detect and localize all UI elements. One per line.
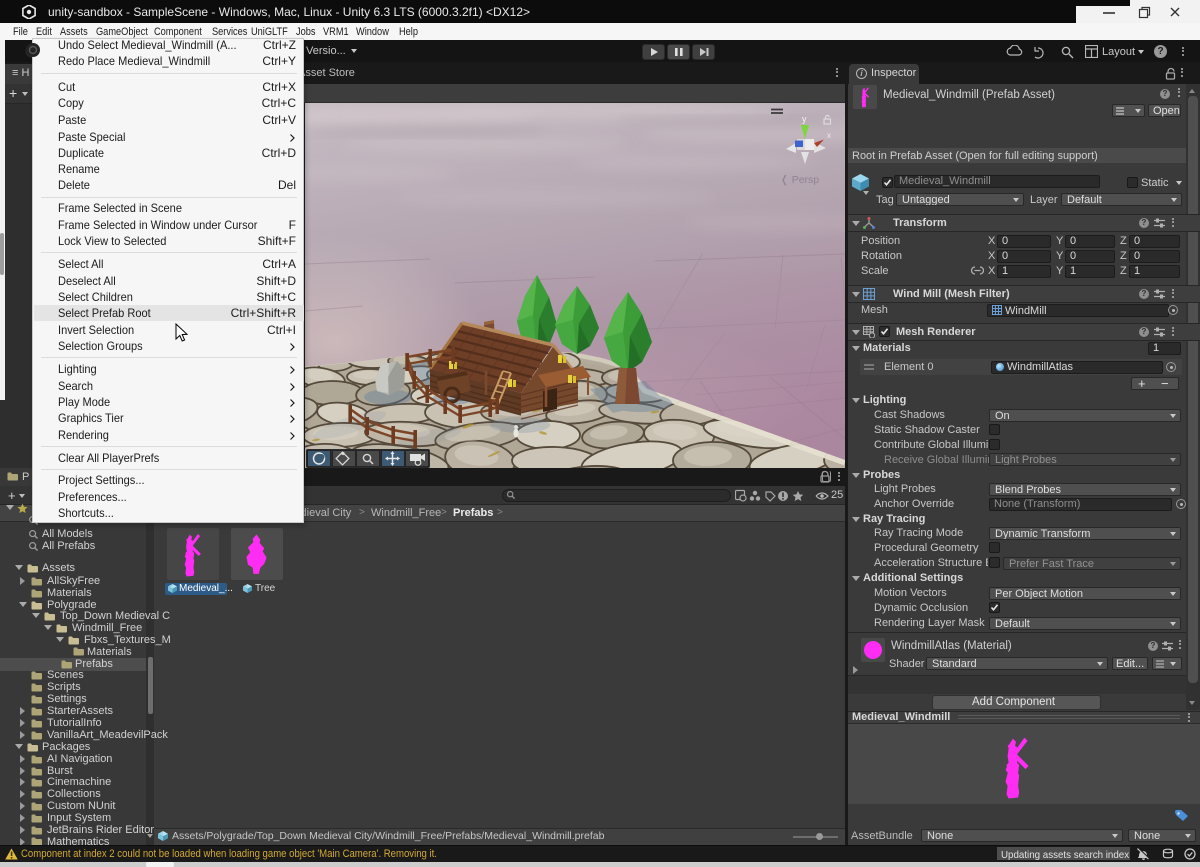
svg-text:x: x <box>827 131 831 140</box>
svg-text:❬ Persp: ❬ Persp <box>780 174 819 186</box>
svg-text:y: y <box>802 114 807 124</box>
